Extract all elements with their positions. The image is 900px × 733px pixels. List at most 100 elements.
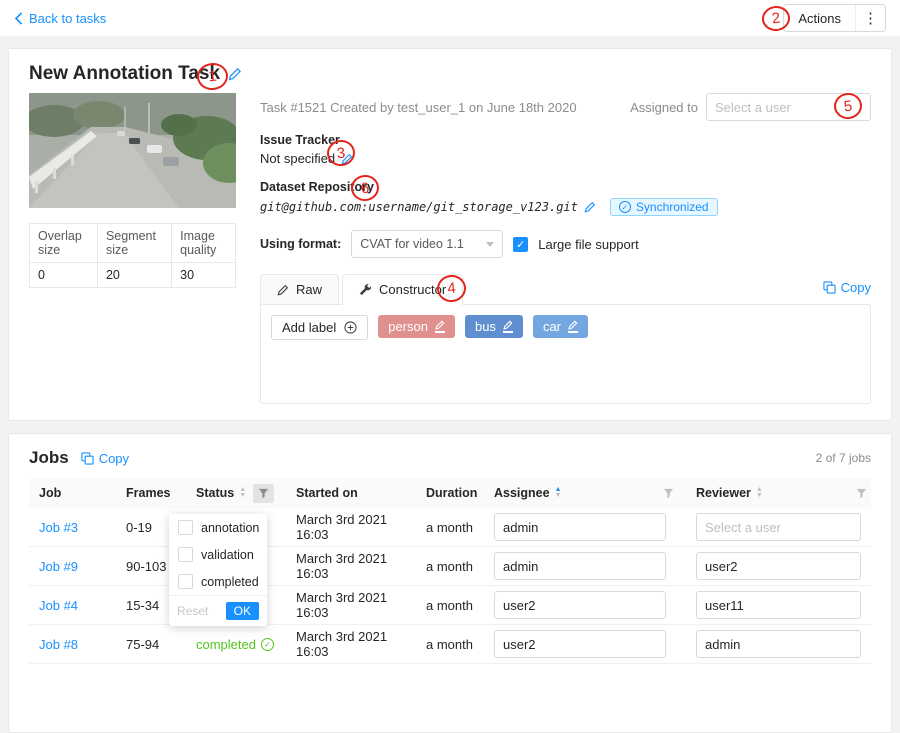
task-right-column: Task #1521 Created by test_user_1 on Jun… xyxy=(260,93,871,404)
labels-copy-label: Copy xyxy=(841,280,871,295)
task-params-table: Overlap size Segment size Image quality … xyxy=(29,223,236,288)
duration-cell: a month xyxy=(416,559,484,574)
issue-tracker-value: Not specified xyxy=(260,151,335,166)
status-cell: completed ✓ xyxy=(196,637,274,652)
duration-cell: a month xyxy=(416,520,484,535)
back-to-tasks-link[interactable]: Back to tasks xyxy=(14,11,106,26)
reviewer-filter-icon[interactable] xyxy=(856,488,867,499)
jobs-title: Jobs xyxy=(29,448,69,468)
job-link[interactable]: Job #9 xyxy=(39,559,78,574)
tab-constructor-label: Constructor xyxy=(379,282,446,297)
reviewer-input[interactable] xyxy=(696,552,861,580)
completed-label: completed xyxy=(201,575,259,589)
edit-label-car-icon[interactable] xyxy=(568,320,578,333)
sync-status-badge: ✓ Synchronized xyxy=(610,198,718,216)
params-header-row: Overlap size Segment size Image quality xyxy=(30,224,236,263)
status-sort-icon[interactable]: ▲▼ xyxy=(239,487,246,499)
job-link[interactable]: Job #4 xyxy=(39,598,78,613)
edit-issue-tracker-icon[interactable] xyxy=(341,153,353,165)
job-link[interactable]: Job #3 xyxy=(39,520,78,535)
assignee-input[interactable] xyxy=(494,630,666,658)
table-row: Job #3 0-19 March 3rd 2021 16:03 a month xyxy=(29,508,871,547)
filter-reset-button[interactable]: Reset xyxy=(177,604,208,618)
format-select-value: CVAT for video 1.1 xyxy=(360,237,464,251)
duration-cell: a month xyxy=(416,598,484,613)
reviewer-input[interactable] xyxy=(696,591,861,619)
annotation-label: annotation xyxy=(201,521,259,535)
col-started: Started on xyxy=(286,478,416,508)
jobs-count: 2 of 7 jobs xyxy=(816,451,871,465)
large-file-checkbox[interactable]: ✓ xyxy=(513,237,528,252)
sync-status-label: Synchronized xyxy=(636,200,709,214)
table-row: Job #4 15-34 March 3rd 2021 16:03 a mont… xyxy=(29,586,871,625)
task-meta-text: Task #1521 Created by test_user_1 on Jun… xyxy=(260,100,577,115)
frames-cell: 75-94 xyxy=(116,637,186,652)
assignee-input[interactable] xyxy=(494,591,666,619)
status-filter-icon[interactable] xyxy=(253,484,274,503)
jobs-header: Jobs Copy 2 of 7 jobs xyxy=(29,448,871,468)
label-tag-bus[interactable]: bus xyxy=(465,315,523,338)
edit-title-icon[interactable] xyxy=(228,67,242,81)
started-cell: March 3rd 2021 16:03 xyxy=(286,629,416,659)
assignee-filter-icon[interactable] xyxy=(663,488,674,499)
filter-option-completed[interactable]: completed xyxy=(169,568,267,595)
tab-raw[interactable]: Raw xyxy=(260,274,339,305)
copy-icon xyxy=(81,452,94,465)
more-actions-icon[interactable]: ⋮ xyxy=(855,5,885,31)
assignee-input[interactable] xyxy=(494,552,666,580)
task-assignee-input[interactable] xyxy=(706,93,871,121)
edit-repository-icon[interactable] xyxy=(584,201,596,213)
label-tag-car[interactable]: car xyxy=(533,315,588,338)
tab-constructor[interactable]: Constructor xyxy=(342,274,463,305)
reviewer-input[interactable] xyxy=(696,630,861,658)
edit-label-person-icon[interactable] xyxy=(435,320,445,333)
assignee-sort-icon[interactable]: ▲▼ xyxy=(555,487,562,499)
label-tag-person[interactable]: person xyxy=(378,315,455,338)
completed-checkbox[interactable] xyxy=(178,574,193,589)
segment-size-value: 20 xyxy=(97,263,171,288)
label-tag-person-name: person xyxy=(388,319,428,334)
validation-checkbox[interactable] xyxy=(178,547,193,562)
reviewer-sort-icon[interactable]: ▲▼ xyxy=(756,487,763,499)
started-cell: March 3rd 2021 16:03 xyxy=(286,512,416,542)
status-filter-dropdown: annotation validation completed Reset OK xyxy=(169,514,267,626)
job-link[interactable]: Job #8 xyxy=(39,637,78,652)
using-format-label: Using format: xyxy=(260,237,341,251)
col-status: Status ▲▼ xyxy=(186,478,286,508)
label-tag-car-name: car xyxy=(543,319,561,334)
jobs-copy-link[interactable]: Copy xyxy=(81,451,129,466)
jobs-copy-label: Copy xyxy=(99,451,129,466)
task-body: Overlap size Segment size Image quality … xyxy=(29,93,871,404)
col-frames: Frames xyxy=(116,478,186,508)
validation-label: validation xyxy=(201,548,254,562)
filter-option-annotation[interactable]: annotation xyxy=(169,514,267,541)
issue-tracker-block: Issue Tracker Not specified xyxy=(260,133,871,166)
labels-copy-link[interactable]: Copy xyxy=(823,280,871,299)
actions-label[interactable]: Actions xyxy=(784,5,855,31)
col-assignee: Assignee ▲▼ xyxy=(484,478,686,508)
status-completed-icon: ✓ xyxy=(261,638,274,651)
task-meta-row: Task #1521 Created by test_user_1 on Jun… xyxy=(260,93,871,121)
add-label-button[interactable]: Add label xyxy=(271,315,368,340)
overlap-size-header: Overlap size xyxy=(30,224,98,263)
edit-label-bus-icon[interactable] xyxy=(503,320,513,333)
table-row: Job #8 75-94 completed ✓ March 3rd 2021 … xyxy=(29,625,871,664)
task-detail-card: New Annotation Task xyxy=(8,48,892,421)
tab-raw-label: Raw xyxy=(296,282,322,297)
pencil-icon xyxy=(277,284,289,296)
assignee-input[interactable] xyxy=(494,513,666,541)
jobs-card: Jobs Copy 2 of 7 jobs Job Frames Status … xyxy=(8,433,892,733)
started-cell: March 3rd 2021 16:03 xyxy=(286,551,416,581)
assigned-to-wrap: Assigned to xyxy=(630,93,871,121)
format-select[interactable]: CVAT for video 1.1 xyxy=(351,230,503,258)
reviewer-input[interactable] xyxy=(696,513,861,541)
params-value-row: 0 20 30 xyxy=(30,263,236,288)
started-cell: March 3rd 2021 16:03 xyxy=(286,590,416,620)
actions-button[interactable]: Actions ⋮ xyxy=(783,4,886,32)
add-label-text: Add label xyxy=(282,320,336,335)
image-quality-header: Image quality xyxy=(172,224,236,263)
annotation-checkbox[interactable] xyxy=(178,520,193,535)
filter-ok-button[interactable]: OK xyxy=(226,602,259,620)
filter-option-validation[interactable]: validation xyxy=(169,541,267,568)
assigned-to-label: Assigned to xyxy=(630,100,698,115)
